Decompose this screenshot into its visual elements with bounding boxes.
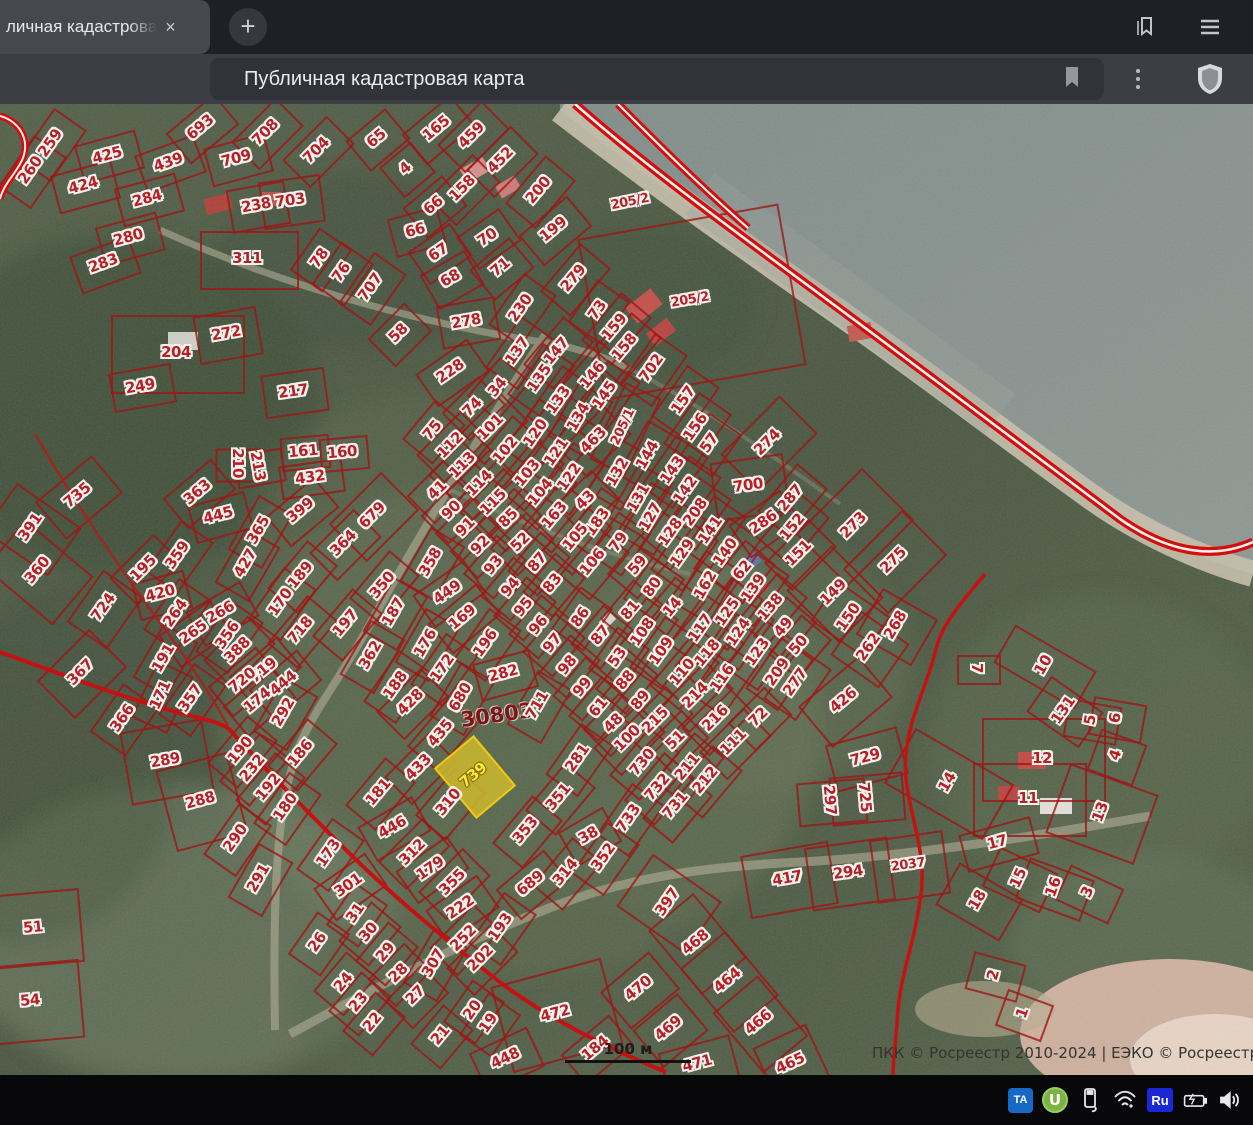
parcel-label[interactable]: 210: [229, 448, 247, 478]
address-bar[interactable]: Публичная кадастровая карта: [210, 58, 1104, 100]
parcel-label[interactable]: 161: [287, 441, 318, 462]
tray-utorrent-icon[interactable]: U: [1042, 1087, 1068, 1113]
tab-cadastral-map[interactable]: личная кадастрова ×: [0, 0, 210, 54]
scale-line: [565, 1060, 691, 1063]
scale-bar: 100 м: [565, 1040, 691, 1063]
parcel-label[interactable]: 311: [232, 249, 262, 267]
parcel-label[interactable]: 297: [820, 784, 841, 815]
kebab-menu-icon[interactable]: [1128, 66, 1148, 97]
parcel-label[interactable]: 7: [968, 663, 986, 673]
toolbar: Публичная кадастровая карта: [0, 54, 1253, 146]
bookmark-icon[interactable]: [1062, 66, 1082, 93]
bookmarks-panel-icon[interactable]: [1130, 13, 1158, 46]
protect-shield-icon[interactable]: [1194, 62, 1226, 101]
tray-ta-icon[interactable]: TA: [1008, 1087, 1033, 1113]
tray-wifi-icon[interactable]: [1112, 1087, 1138, 1113]
parcel-label[interactable]: 204: [161, 343, 191, 361]
parcel-label[interactable]: 12: [1032, 749, 1052, 767]
menu-icon[interactable]: [1196, 13, 1224, 46]
tray-language-indicator[interactable]: Ru: [1147, 1088, 1173, 1112]
scale-label: 100 м: [603, 1040, 653, 1058]
parcel-label[interactable]: 11: [1018, 789, 1038, 807]
tray-battery-icon[interactable]: [1182, 1087, 1208, 1113]
browser-window: личная кадастрова × + Публичная кадастро…: [0, 0, 1253, 1125]
tab-title: личная кадастрова: [6, 17, 158, 36]
tab-bar: личная кадастрова × +: [0, 0, 1253, 54]
parcel-label[interactable]: 51: [22, 917, 43, 937]
parcel-label[interactable]: 160: [326, 442, 357, 463]
page-title: Публичная кадастровая карта: [244, 67, 525, 90]
tray-volume-icon[interactable]: [1217, 1087, 1243, 1113]
new-tab-button[interactable]: +: [229, 8, 267, 46]
cadastral-map[interactable]: 260 259 425 424 439 693 708 709 704 238 703 284 280 2…: [0, 104, 1253, 1075]
tab-close-icon[interactable]: ×: [165, 17, 176, 38]
taskbar: TA U Ru: [0, 1075, 1253, 1125]
map-attribution: ПКК © Росреестр 2010-2024 | ЕЭКО © Росре…: [872, 1044, 1253, 1062]
parcel-outline[interactable]: [0, 958, 85, 1046]
parcel-label[interactable]: 54: [19, 990, 40, 1010]
parcel-label[interactable]: 725: [855, 781, 876, 812]
tray-usb-icon[interactable]: [1077, 1087, 1103, 1113]
